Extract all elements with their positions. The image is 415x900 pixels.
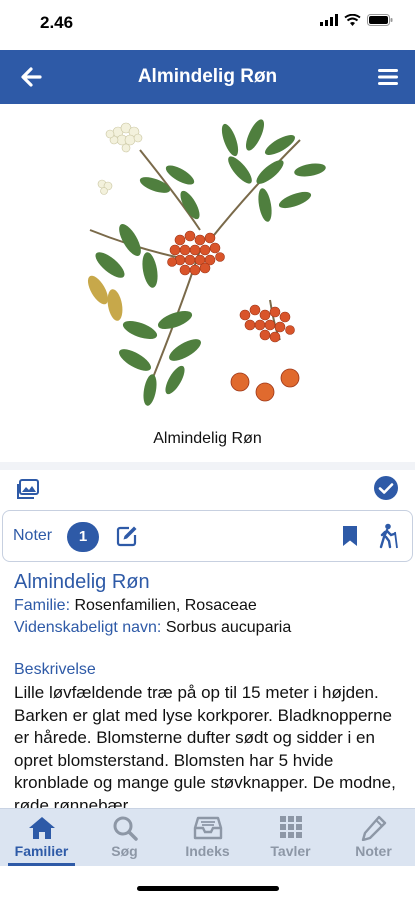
bookmark-button[interactable] [340, 524, 360, 548]
tab-indeks[interactable]: Indeks [166, 809, 249, 867]
family-value: Rosenfamilien, Rosaceae [74, 597, 257, 614]
image-caption: Almindelig Røn [153, 430, 262, 447]
content-scroll[interactable]: Almindelig Røn Noter 1 Almindelig Røn Fa… [0, 104, 415, 808]
hiker-icon [379, 523, 398, 549]
gallery-button[interactable] [16, 478, 40, 500]
divider [0, 462, 415, 470]
tab-tavler[interactable]: Tavler [249, 809, 332, 867]
scientific-name-value: Sorbus aucuparia [165, 619, 292, 636]
notes-count-badge[interactable]: 1 [67, 522, 99, 552]
wifi-icon [344, 14, 361, 26]
tab-familier[interactable]: Familier [0, 809, 83, 867]
description-heading: Beskrivelse [14, 661, 96, 678]
hamburger-menu-icon [378, 69, 398, 85]
home-indicator[interactable] [137, 886, 279, 891]
notes-bar: Noter 1 [2, 510, 413, 562]
inbox-icon [193, 816, 222, 840]
hiker-button[interactable] [376, 523, 400, 549]
menu-button[interactable] [373, 62, 403, 92]
tab-bar: Familier Søg Indeks Tavler Noter [0, 808, 415, 866]
tab-label: Indeks [185, 843, 230, 859]
status-time: 2.46 [40, 13, 74, 32]
tab-sog[interactable]: Søg [83, 809, 166, 867]
home-icon [28, 817, 55, 839]
tab-label: Søg [111, 843, 138, 859]
species-details: Almindelig Røn Familie: Rosenfamilien, R… [14, 570, 404, 808]
tab-label: Tavler [270, 843, 311, 859]
notes-label[interactable]: Noter [13, 527, 52, 545]
tab-noter[interactable]: Noter [332, 809, 415, 867]
battery-icon [367, 14, 393, 26]
status-icons [320, 14, 393, 26]
family-label: Familie: [14, 597, 71, 614]
home-area [0, 866, 415, 900]
edit-note-button[interactable] [115, 524, 139, 548]
species-illustration[interactable] [80, 110, 335, 415]
gallery-icon [17, 479, 39, 499]
tab-label: Noter [355, 843, 392, 859]
check-circle-icon [374, 476, 398, 500]
bookmark-icon [343, 526, 357, 546]
search-icon [113, 816, 138, 841]
page-title: Almindelig Røn [137, 66, 278, 87]
pencil-icon [361, 815, 386, 841]
signal-icon [320, 14, 338, 26]
family-row: Familie: Rosenfamilien, Rosaceae [14, 595, 404, 617]
scientific-name-label: Videnskabeligt navn: [14, 619, 162, 636]
status-bar: 2.46 [0, 0, 415, 50]
species-name: Almindelig Røn [14, 571, 150, 593]
scientific-name-row: Videnskabeligt navn: Sorbus aucuparia [14, 617, 404, 639]
app-header: Almindelig Røn [0, 50, 415, 104]
image-actions-row [0, 470, 415, 506]
edit-icon [116, 526, 137, 547]
seen-check-button[interactable] [373, 475, 399, 501]
description-text: Lille løvfældende træ på op til 15 meter… [14, 683, 396, 808]
grid-icon [279, 816, 302, 838]
tab-label: Familier [14, 843, 69, 859]
